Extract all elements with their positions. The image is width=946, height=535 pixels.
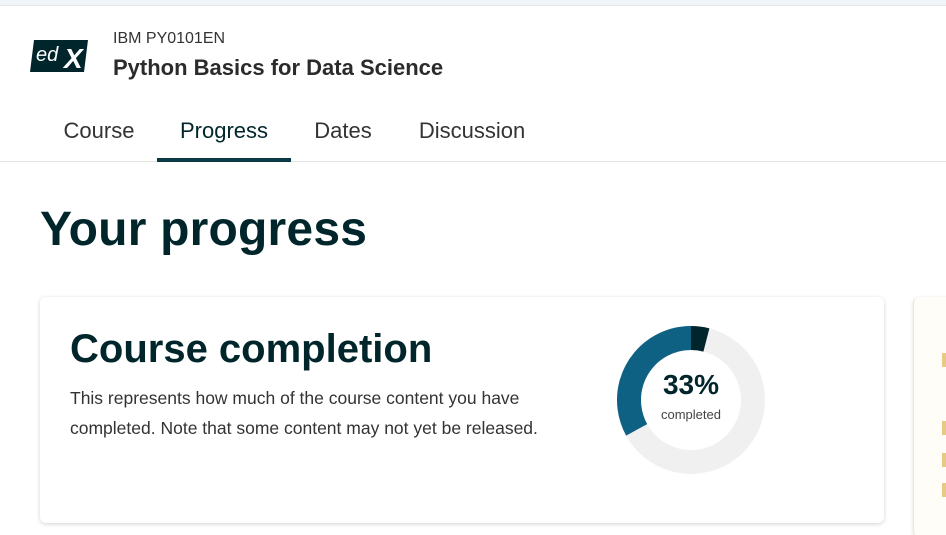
svg-text:X: X	[62, 43, 85, 74]
completion-donut-chart: 33% completed	[616, 325, 766, 475]
course-org-code: IBM PY0101EN	[113, 30, 226, 47]
tab-discussion[interactable]: Discussion	[404, 104, 540, 162]
course-completion-title: Course completion	[70, 327, 433, 371]
completion-percent: 33%	[662, 369, 720, 400]
edx-logo-icon[interactable]: ed X	[30, 38, 92, 74]
tab-course[interactable]: Course	[52, 104, 146, 162]
tab-progress[interactable]: Progress	[157, 104, 291, 162]
partial-text-fragment	[942, 453, 946, 467]
tab-dates[interactable]: Dates	[302, 104, 384, 162]
partial-text-fragment	[942, 483, 946, 497]
partial-text-fragment	[942, 421, 946, 435]
course-title: Python Basics for Data Science	[113, 55, 444, 80]
grades-card-partial	[913, 297, 946, 535]
svg-text:ed: ed	[36, 44, 59, 66]
course-completion-card: Course completion This represents how mu…	[40, 297, 884, 523]
page-title: Your progress	[40, 203, 368, 256]
course-header: ed X IBM PY0101EN Python Basics for Data…	[0, 6, 946, 162]
course-tabs: Course Progress Dates Discussion	[0, 104, 946, 162]
completion-label: completed	[661, 407, 721, 422]
course-completion-description: This represents how much of the course c…	[70, 388, 538, 438]
partial-text-fragment	[942, 353, 946, 367]
